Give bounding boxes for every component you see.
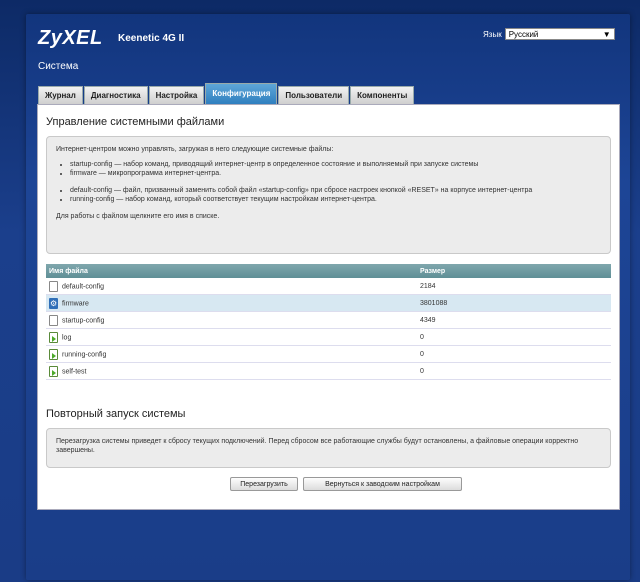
bullet-startup-config: startup-config — набор команд, приводящи… — [70, 160, 601, 169]
reboot-button[interactable]: Перезагрузить — [230, 477, 298, 491]
column-header-name: Имя файла — [46, 264, 417, 278]
bullet-default-config: default-config — файл, призванный замени… — [70, 186, 601, 195]
table-row[interactable]: running-config 0 — [46, 345, 611, 363]
column-header-size: Размер — [417, 264, 611, 278]
file-size: 0 — [417, 362, 611, 380]
files-bullets-1: startup-config — набор команд, приводящи… — [56, 160, 601, 178]
language-select[interactable]: Русский ▼ — [504, 28, 615, 40]
document-icon — [49, 314, 58, 326]
file-name[interactable]: firmware — [62, 300, 89, 307]
language-label: Язык — [483, 29, 502, 39]
file-name-cell[interactable]: running-config — [46, 345, 417, 363]
file-name[interactable]: running-config — [62, 351, 106, 358]
language-selector: Язык Русский ▼ — [483, 28, 615, 40]
document-icon — [49, 280, 58, 292]
restart-info-box: Перезагрузка системы приведет к сбросу т… — [46, 428, 611, 468]
files-info-box: Интернет-центром можно управлять, загруж… — [46, 136, 611, 254]
tab-components[interactable]: Компоненты — [350, 86, 415, 104]
tab-journal[interactable]: Журнал — [38, 86, 83, 104]
file-size: 2184 — [417, 278, 611, 295]
file-size: 4349 — [417, 311, 611, 329]
file-name-cell[interactable]: log — [46, 328, 417, 346]
file-name[interactable]: startup-config — [62, 317, 104, 324]
file-name[interactable]: default-config — [62, 283, 104, 290]
chevron-down-icon: ▼ — [602, 29, 611, 39]
tab-bar: Журнал Диагностика Настройка Конфигураци… — [38, 83, 415, 104]
file-size: 0 — [417, 345, 611, 363]
language-value: Русский — [508, 29, 539, 39]
model-name: Keenetic 4G II — [118, 33, 185, 44]
content-panel: Управление системными файлами Интернет-ц… — [37, 104, 620, 510]
document-run-icon — [49, 365, 58, 377]
tab-configuration[interactable]: Конфигурация — [205, 83, 278, 104]
tab-settings[interactable]: Настройка — [148, 86, 205, 104]
tab-users[interactable]: Пользователи — [278, 86, 350, 104]
files-hint: Для работы с файлом щелкните его имя в с… — [56, 213, 220, 220]
bullet-firmware: firmware — микропрограмма интернет-центр… — [70, 169, 601, 178]
restart-text: Перезагрузка системы приведет к сбросу т… — [56, 438, 579, 454]
table-row[interactable]: log 0 — [46, 328, 611, 346]
table-row[interactable]: startup-config 4349 — [46, 311, 611, 329]
file-name-cell[interactable]: default-config — [46, 278, 417, 295]
file-name-cell[interactable]: startup-config — [46, 311, 417, 329]
section-title: Система — [38, 61, 79, 72]
document-run-icon — [49, 348, 58, 360]
gear-icon: ⚙ — [49, 297, 58, 309]
table-header-row: Имя файла Размер — [46, 264, 611, 278]
zyxel-logo: ZyXEL — [38, 27, 103, 49]
file-name-cell[interactable]: self-test — [46, 362, 417, 380]
file-name[interactable]: log — [62, 334, 71, 341]
files-intro: Интернет-центром можно управлять, загруж… — [56, 146, 334, 153]
factory-reset-button[interactable]: Вернуться к заводским настройкам — [303, 477, 462, 491]
file-size: 0 — [417, 328, 611, 346]
table-row[interactable]: self-test 0 — [46, 362, 611, 380]
tab-diagnostics[interactable]: Диагностика — [83, 86, 148, 104]
files-section-title: Управление системными файлами — [46, 116, 225, 128]
file-size: 3801088 — [417, 294, 611, 312]
table-row[interactable]: ⚙ firmware 3801088 — [46, 294, 611, 312]
bullet-running-config: running-config — набор команд, который с… — [70, 195, 601, 204]
document-run-icon — [49, 331, 58, 343]
files-table: Имя файла Размер default-config 2184 ⚙ fi… — [46, 264, 611, 380]
restart-section-title: Повторный запуск системы — [46, 408, 186, 420]
file-name-cell[interactable]: ⚙ firmware — [46, 294, 417, 312]
file-name[interactable]: self-test — [62, 368, 87, 375]
table-row[interactable]: default-config 2184 — [46, 278, 611, 295]
files-bullets-2: default-config — файл, призванный замени… — [56, 186, 601, 204]
